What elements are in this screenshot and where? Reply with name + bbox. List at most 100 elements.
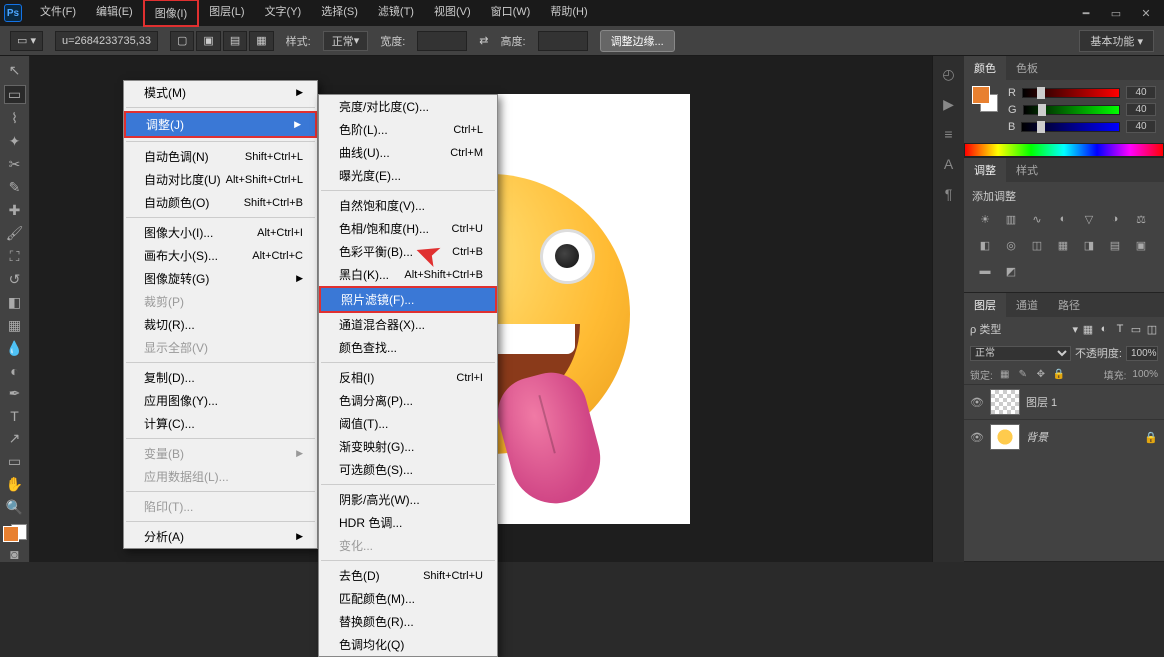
lock-all-icon[interactable]: 🔒 (1053, 369, 1065, 381)
g-value[interactable] (1126, 103, 1156, 116)
wand-tool[interactable]: ✦ (4, 133, 26, 150)
adj-levels[interactable]: 色阶(L)...Ctrl+L (319, 118, 497, 141)
opacity-value[interactable]: 100% (1126, 346, 1158, 361)
layer-filter-kind[interactable]: ρ 类型 (970, 321, 1001, 337)
shape-tool[interactable]: ▭ (4, 453, 26, 470)
vibrance-icon[interactable]: ▽ (1080, 210, 1098, 228)
lasso-tool[interactable]: ⌇ (4, 110, 26, 127)
brightness-icon[interactable]: ☀ (976, 210, 994, 228)
menu-filter[interactable]: 滤镜(T) (368, 0, 424, 27)
r-slider[interactable] (1022, 88, 1120, 98)
gradmap-icon[interactable]: ▬ (976, 262, 994, 280)
adj-lookup[interactable]: 颜色查找... (319, 336, 497, 359)
photofilter-icon[interactable]: ◎ (1002, 236, 1020, 254)
levels-icon[interactable]: ▥ (1002, 210, 1020, 228)
adj-vibrance[interactable]: 自然饱和度(V)... (319, 194, 497, 217)
crop-tool[interactable]: ✂ (4, 156, 26, 173)
blur-tool[interactable]: 💧 (4, 340, 26, 357)
adj-equalize[interactable]: 色调均化(Q) (319, 633, 497, 656)
adj-gradmap[interactable]: 渐变映射(G)... (319, 435, 497, 458)
height-input[interactable] (538, 31, 588, 51)
shape-filter-icon[interactable]: ▭ (1130, 323, 1142, 335)
menu-rotate[interactable]: 图像旋转(G)▶ (124, 267, 317, 290)
layer-name-1[interactable]: 图层 1 (1026, 394, 1057, 410)
adj-curves[interactable]: 曲线(U)...Ctrl+M (319, 141, 497, 164)
menu-adjustments[interactable]: 调整(J)▶ (124, 111, 317, 138)
adj-poster[interactable]: 色调分离(P)... (319, 389, 497, 412)
menu-file[interactable]: 文件(F) (30, 0, 86, 27)
menu-select[interactable]: 选择(S) (311, 0, 368, 27)
pixel-filter-icon[interactable]: ▦ (1082, 323, 1094, 335)
menu-window[interactable]: 窗口(W) (481, 0, 541, 27)
visibility-icon[interactable]: 👁 (970, 396, 984, 409)
menu-auto-contrast[interactable]: 自动对比度(U)Alt+Shift+Ctrl+L (124, 168, 317, 191)
adj-hue[interactable]: 色相/饱和度(H)...Ctrl+U (319, 217, 497, 240)
adj-brightness[interactable]: 亮度/对比度(C)... (319, 95, 497, 118)
lookup-icon[interactable]: ▦ (1054, 236, 1072, 254)
invert-icon[interactable]: ◨ (1080, 236, 1098, 254)
marquee-tool-preset[interactable]: ▭ ▾ (10, 31, 43, 51)
window-minimize[interactable]: ━ (1072, 4, 1100, 22)
pen-tool[interactable]: ✒ (4, 385, 26, 402)
curves-icon[interactable]: ∿ (1028, 210, 1046, 228)
actions-panel-icon[interactable]: ▶ (939, 94, 959, 114)
width-input[interactable] (417, 31, 467, 51)
paragraph-panel-icon[interactable]: ¶ (939, 184, 959, 204)
adj-mixer[interactable]: 通道混合器(X)... (319, 313, 497, 336)
layer-name-bg[interactable]: 背景 (1026, 429, 1048, 445)
poster-icon[interactable]: ▤ (1106, 236, 1124, 254)
adjust-filter-icon[interactable]: ◐ (1098, 323, 1110, 335)
eraser-tool[interactable]: ◧ (4, 294, 26, 311)
dodge-tool[interactable]: ◐ (4, 363, 26, 379)
stamp-tool[interactable]: ⛶ (4, 248, 26, 265)
selection-new[interactable]: ▢ (170, 31, 194, 51)
history-panel-icon[interactable]: ◴ (939, 64, 959, 84)
menu-auto-tone[interactable]: 自动色调(N)Shift+Ctrl+L (124, 145, 317, 168)
menu-edit[interactable]: 编辑(E) (86, 0, 143, 27)
lock-trans-icon[interactable]: ▦ (999, 369, 1011, 381)
adj-threshold[interactable]: 阈值(T)... (319, 412, 497, 435)
window-maximize[interactable]: ▭ (1102, 4, 1130, 22)
balance-icon[interactable]: ⚖ (1132, 210, 1150, 228)
smart-filter-icon[interactable]: ◫ (1146, 323, 1158, 335)
b-slider[interactable] (1021, 122, 1120, 132)
hue-icon[interactable]: ◑ (1106, 210, 1124, 228)
menu-image[interactable]: 图像(I) (143, 0, 199, 27)
adjustments-tab[interactable]: 调整 (964, 158, 1006, 182)
adj-invert[interactable]: 反相(I)Ctrl+I (319, 366, 497, 389)
adj-hdr[interactable]: HDR 色调... (319, 511, 497, 534)
adj-exposure[interactable]: 曝光度(E)... (319, 164, 497, 187)
marquee-tool[interactable]: ▭ (4, 85, 26, 104)
color-tab[interactable]: 颜色 (964, 56, 1006, 80)
swatches-tab[interactable]: 色板 (1006, 56, 1048, 80)
quickmask-toggle[interactable]: ◙ (4, 546, 26, 562)
adj-selective[interactable]: 可选颜色(S)... (319, 458, 497, 481)
menu-view[interactable]: 视图(V) (424, 0, 481, 27)
menu-duplicate[interactable]: 复制(D)... (124, 366, 317, 389)
fill-value[interactable]: 100% (1132, 369, 1158, 380)
r-value[interactable] (1126, 86, 1156, 99)
eyedropper-tool[interactable]: ✎ (4, 179, 26, 196)
adj-desat[interactable]: 去色(D)Shift+Ctrl+U (319, 564, 497, 587)
menu-layer[interactable]: 图层(L) (199, 0, 254, 27)
paths-tab[interactable]: 路径 (1048, 293, 1090, 317)
exposure-icon[interactable]: ◐ (1054, 210, 1072, 228)
bw-icon[interactable]: ◧ (976, 236, 994, 254)
mixer-icon[interactable]: ◫ (1028, 236, 1046, 254)
type-tool[interactable]: T (4, 408, 26, 424)
heal-tool[interactable]: ✚ (4, 202, 26, 219)
hand-tool[interactable]: ✋ (4, 476, 26, 493)
selection-sub[interactable]: ▤ (223, 31, 247, 51)
layer-row-1[interactable]: 👁 图层 1 (964, 384, 1164, 419)
panel-color-swatch[interactable] (972, 86, 998, 112)
menu-calculations[interactable]: 计算(C)... (124, 412, 317, 435)
adj-shadows[interactable]: 阴影/高光(W)... (319, 488, 497, 511)
adj-match[interactable]: 匹配颜色(M)... (319, 587, 497, 610)
menu-canvas-size[interactable]: 画布大小(S)...Alt+Ctrl+C (124, 244, 317, 267)
spectrum-bar[interactable] (964, 143, 1164, 157)
menu-image-size[interactable]: 图像大小(I)...Alt+Ctrl+I (124, 221, 317, 244)
style-dropdown[interactable]: 正常 ▾ (323, 31, 369, 51)
selective-icon[interactable]: ◩ (1002, 262, 1020, 280)
properties-panel-icon[interactable]: ≡ (939, 124, 959, 144)
zoom-tool[interactable]: 🔍 (4, 499, 26, 516)
